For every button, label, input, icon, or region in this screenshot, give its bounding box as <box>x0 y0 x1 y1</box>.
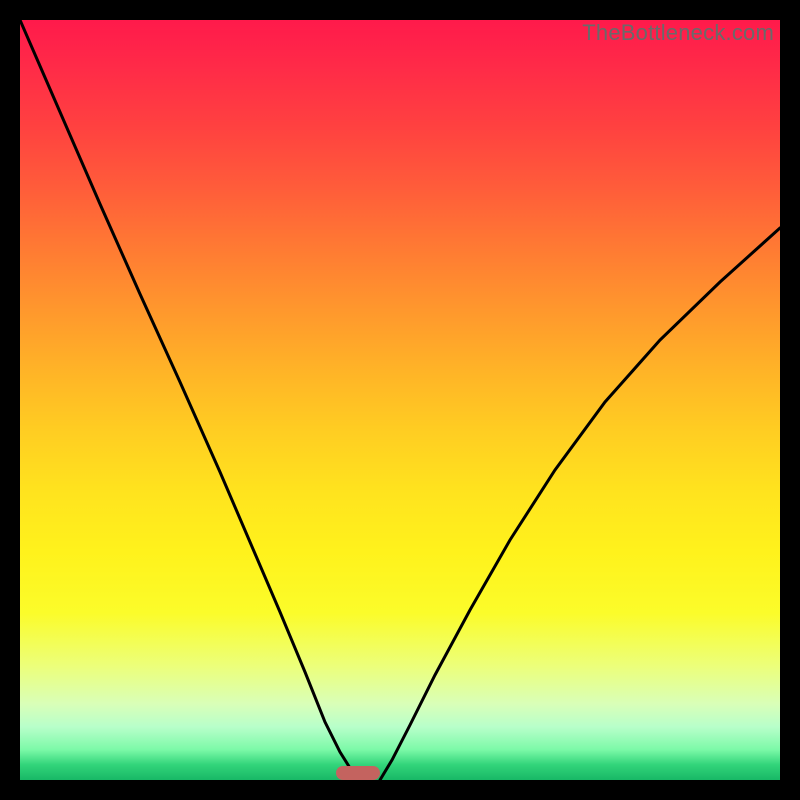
bottleneck-curve <box>20 20 780 780</box>
optimal-point-marker <box>336 766 380 780</box>
watermark-text: TheBottleneck.com <box>582 20 774 46</box>
chart-frame: TheBottleneck.com <box>20 20 780 780</box>
